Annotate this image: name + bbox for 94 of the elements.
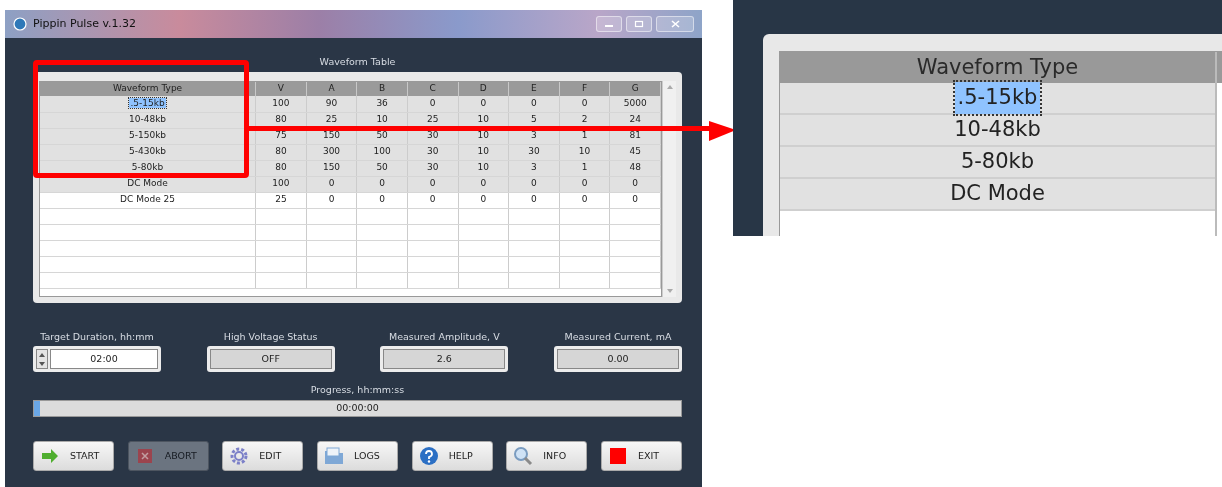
toolbar-button[interactable]: EDIT — [222, 441, 304, 471]
table-cell: 50 — [376, 162, 388, 173]
table-cell: 10 — [477, 130, 490, 141]
readout-field: OFF — [209, 349, 332, 369]
table-cell: 0 — [429, 194, 436, 205]
table-cell: 10 — [477, 162, 490, 173]
table-cell: 3 — [531, 162, 537, 173]
table-cell[interactable]: .5-15kb — [129, 98, 166, 108]
table-cell: 25 — [325, 114, 338, 125]
table-cell[interactable]: 10-48kb — [954, 114, 1041, 146]
table-cell[interactable]: 10-48kb — [129, 114, 167, 125]
field-label: Measured Current, mA — [564, 331, 672, 343]
table-cell: 30 — [528, 146, 540, 157]
readout-field: 2.6 — [383, 349, 506, 369]
table-cell: 150 — [322, 162, 341, 173]
field-label: Target Duration, hh:mm — [40, 331, 154, 343]
table-cell: 30 — [427, 146, 439, 157]
duration-field[interactable]: 02:00 — [50, 349, 158, 369]
readout-field: 0.00 — [556, 349, 679, 369]
toolbar-button[interactable]: INFO — [506, 441, 588, 471]
table-cell: 5 — [531, 114, 537, 125]
table-cell: 2 — [581, 114, 588, 125]
column-header[interactable]: G — [609, 82, 661, 96]
column-header[interactable]: B — [356, 82, 408, 96]
table-cell: 10 — [578, 146, 591, 157]
table-cell: 90 — [325, 98, 338, 108]
table-cell: 30 — [427, 162, 439, 173]
table-cell: 0 — [480, 194, 487, 205]
field-label: Measured Amplitude, V — [389, 331, 500, 343]
window-title: Pippin Pulse v.1.32 — [33, 15, 137, 32]
table-cell: 300 — [322, 146, 341, 157]
table-cell: 0 — [632, 194, 639, 205]
table-cell: 0 — [531, 98, 537, 108]
table-cell: 10 — [477, 146, 490, 157]
table-cell[interactable]: DC Mode 25 — [120, 194, 175, 205]
table-cell: 75 — [275, 130, 287, 141]
table-cell[interactable]: 5-80kb — [960, 146, 1035, 178]
progress-time: 00:00:00 — [336, 401, 379, 416]
table-cell: 0 — [632, 178, 639, 189]
table-cell: 48 — [629, 162, 641, 173]
column-header[interactable]: A — [306, 82, 357, 96]
table-cell: 0 — [531, 194, 537, 205]
table-cell: 80 — [275, 146, 287, 157]
toolbar-button[interactable]: HELP — [411, 441, 493, 471]
table-cell: 80 — [275, 114, 287, 125]
table-title: Waveform Table — [318, 56, 397, 68]
column-header[interactable]: D — [458, 82, 509, 96]
table-cell[interactable]: .5-15kb — [954, 82, 1041, 114]
table-cell: 0 — [379, 194, 385, 205]
table-cell: 1 — [581, 130, 588, 141]
table-cell: 1 — [581, 162, 588, 173]
table-cell: 100 — [373, 146, 391, 157]
table-cell: 5000 — [623, 98, 647, 108]
table-cell[interactable]: DC Mode — [127, 178, 168, 189]
table-cell: 80 — [275, 162, 287, 173]
table-cell: 150 — [322, 130, 341, 141]
table-cell: 100 — [272, 98, 290, 108]
table-cell: 0 — [328, 194, 335, 205]
field-label: High Voltage Status — [223, 331, 318, 343]
table-cell[interactable]: 5-80kb — [131, 162, 164, 173]
table-cell: 0 — [581, 98, 588, 108]
table-cell: 10 — [376, 114, 388, 125]
column-header[interactable]: E — [508, 82, 560, 96]
table-cell: 25 — [427, 114, 439, 125]
table-cell: 0 — [328, 178, 335, 189]
toolbar-button[interactable]: EXIT — [600, 441, 682, 471]
progress-label: Progress, hh:mm:ss — [309, 384, 406, 396]
table-cell: 10 — [477, 114, 490, 125]
table-cell: 36 — [376, 98, 388, 108]
table-cell: 0 — [581, 178, 588, 189]
table-cell: 45 — [629, 146, 641, 157]
table-cell: 0 — [429, 98, 436, 108]
column-header[interactable]: Waveform Type — [40, 82, 256, 96]
table-cell: 0 — [379, 178, 385, 189]
table-cell: 0 — [531, 178, 537, 189]
table-cell: 50 — [376, 130, 388, 141]
table-cell: 30 — [427, 130, 439, 141]
column-header[interactable]: V — [255, 82, 307, 96]
column-header[interactable]: Waveform Type — [780, 52, 1215, 83]
table-cell: 100 — [272, 178, 290, 189]
column-header[interactable]: F — [559, 82, 610, 96]
table-cell: 0 — [480, 98, 487, 108]
table-cell: 81 — [629, 130, 641, 141]
table-cell[interactable]: 5-430kb — [129, 146, 167, 157]
table-cell: 25 — [275, 194, 287, 205]
table-cell: 0 — [429, 178, 436, 189]
toolbar-button[interactable]: LOGS — [316, 441, 398, 471]
table-cell[interactable]: 5-150kb — [129, 130, 167, 141]
toolbar-button[interactable]: START — [33, 441, 114, 471]
table-cell: 0 — [581, 194, 588, 205]
table-cell: 24 — [629, 114, 641, 125]
table-cell: 0 — [480, 178, 487, 189]
table-cell: 3 — [531, 130, 537, 141]
column-header[interactable]: C — [407, 82, 459, 96]
